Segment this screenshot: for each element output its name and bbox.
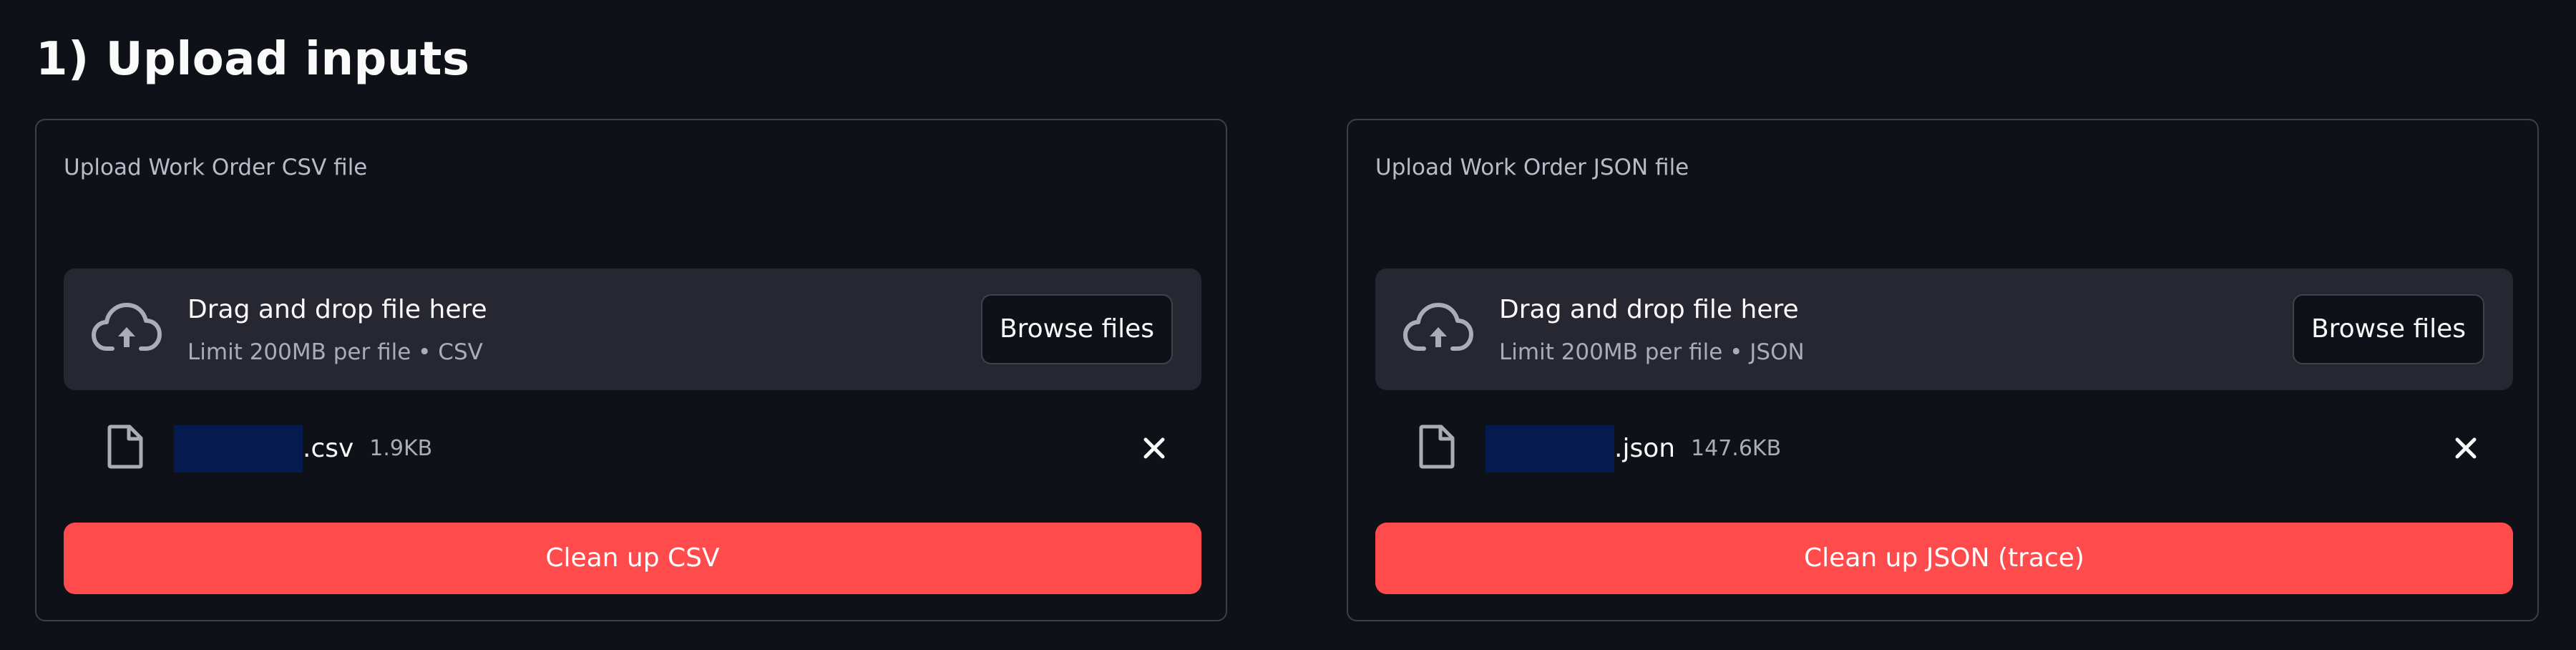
json-upload-label: Upload Work Order JSON file	[1375, 155, 1689, 180]
csv-remove-file-button[interactable]	[1133, 427, 1176, 470]
csv-upload-label: Upload Work Order CSV file	[64, 155, 368, 180]
redacted-file-name	[174, 425, 303, 472]
cloud-upload-icon	[1403, 303, 1473, 351]
csv-dropzone[interactable]: Drag and drop file here Limit 200MB per …	[64, 268, 1201, 390]
json-dropzone-limit: Limit 200MB per file • JSON	[1499, 339, 1805, 365]
csv-dropzone-limit: Limit 200MB per file • CSV	[187, 339, 483, 365]
clean-up-csv-button[interactable]: Clean up CSV	[64, 523, 1201, 594]
json-file-extension: .json	[1614, 434, 1676, 463]
json-uploaded-file: .json 147.6KB	[1375, 411, 2513, 482]
csv-file-name: .csv 1.9KB	[174, 425, 432, 472]
csv-upload-panel: Upload Work Order CSV file Drag and drop…	[35, 119, 1227, 621]
csv-browse-files-button[interactable]: Browse files	[981, 294, 1173, 364]
redacted-file-name	[1485, 425, 1614, 472]
json-remove-file-button[interactable]	[2444, 427, 2487, 470]
csv-file-size: 1.9KB	[369, 436, 433, 461]
json-upload-panel: Upload Work Order JSON file Drag and dro…	[1347, 119, 2539, 621]
csv-dropzone-title: Drag and drop file here	[187, 295, 487, 324]
file-icon	[107, 425, 143, 469]
csv-file-extension: .csv	[303, 434, 354, 463]
json-file-size: 147.6KB	[1691, 436, 1782, 461]
clean-up-json-trace-button[interactable]: Clean up JSON (trace)	[1375, 523, 2513, 594]
json-dropzone[interactable]: Drag and drop file here Limit 200MB per …	[1375, 268, 2513, 390]
json-browse-files-button[interactable]: Browse files	[2293, 294, 2484, 364]
upload-inputs-page: 1) Upload inputs Upload Work Order CSV f…	[0, 0, 2576, 650]
json-dropzone-title: Drag and drop file here	[1499, 295, 1799, 324]
file-icon	[1419, 425, 1455, 469]
section-title: 1) Upload inputs	[36, 33, 470, 86]
csv-uploaded-file: .csv 1.9KB	[64, 411, 1201, 482]
close-icon	[2455, 437, 2477, 459]
cloud-upload-icon	[92, 303, 162, 351]
json-file-name: .json 147.6KB	[1485, 425, 1781, 472]
close-icon	[1143, 437, 1165, 459]
